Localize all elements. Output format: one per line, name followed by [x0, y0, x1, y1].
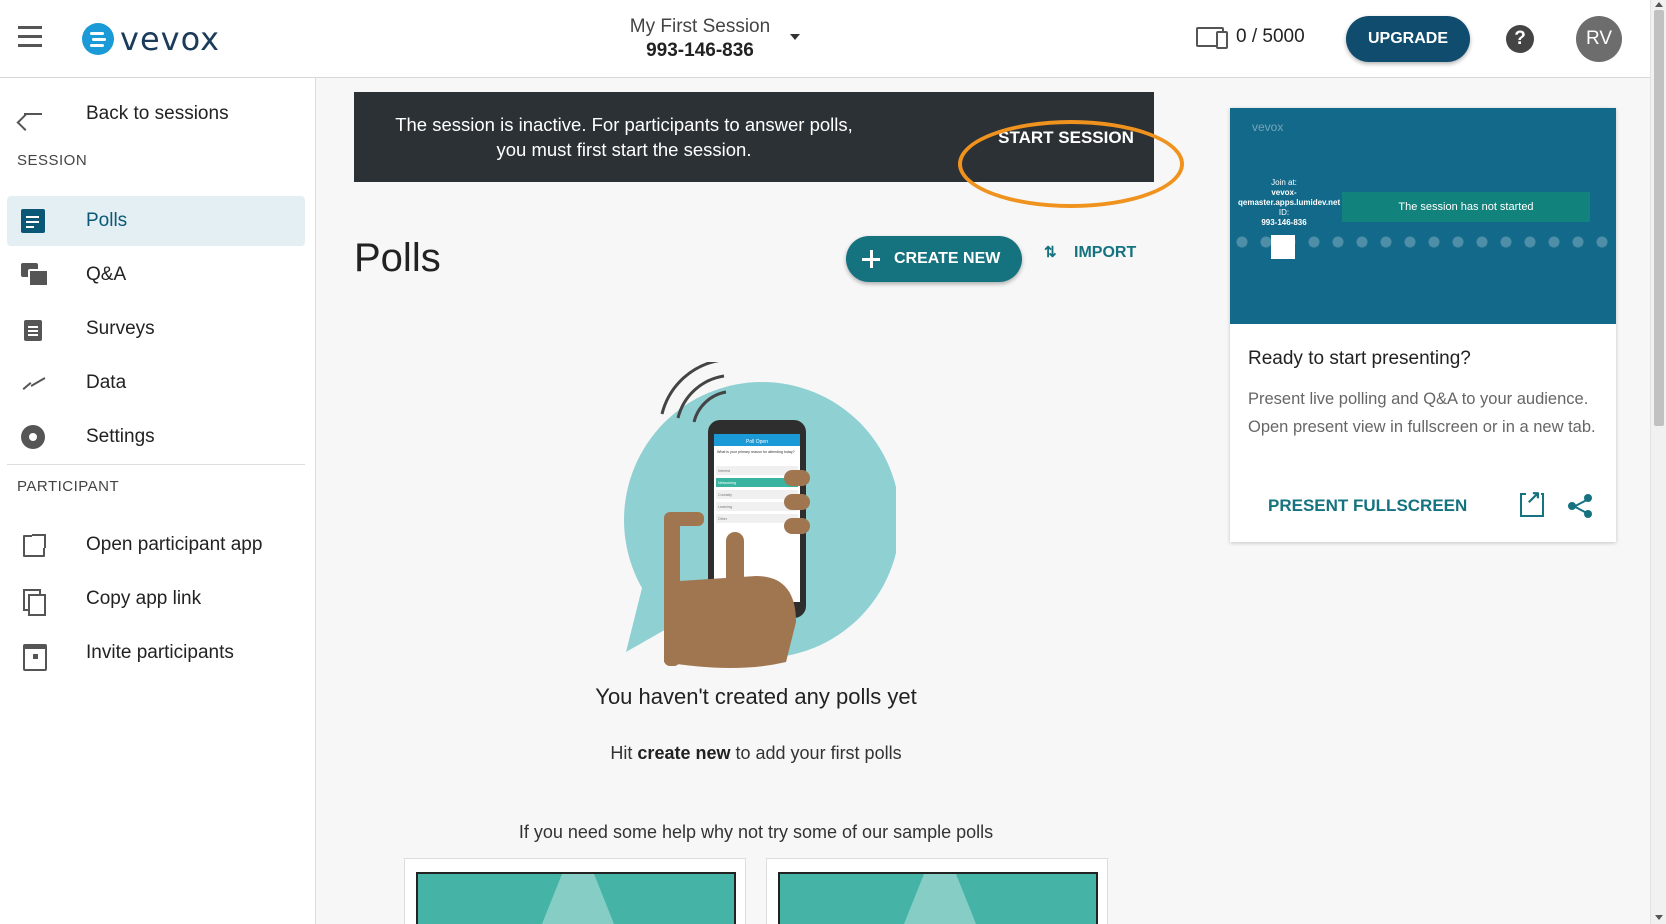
phone-option-text: Other — [718, 517, 728, 521]
preview-id-label: ID: — [1278, 208, 1290, 217]
participant-count: 0 / 5000 — [1236, 26, 1305, 47]
preview-join-info: Join at: vevox-qemaster.apps.lumidev.net… — [1238, 178, 1341, 228]
sidebar-item-label: Settings — [86, 426, 155, 447]
page-scrollbar[interactable] — [1650, 0, 1666, 924]
scroll-down-arrow-icon[interactable] — [1655, 915, 1663, 920]
back-to-sessions-label: Back to sessions — [86, 103, 229, 124]
sidebar-item-open-participant-app[interactable]: Open participant app — [7, 520, 305, 570]
start-session-button[interactable]: START SESSION — [976, 124, 1156, 152]
import-label: IMPORT — [1074, 244, 1137, 261]
session-selector[interactable]: My First Session 993-146-836 — [600, 16, 800, 62]
logo-text: vevox — [120, 20, 221, 58]
calendar-icon — [21, 641, 47, 671]
sample-poll-card[interactable] — [404, 858, 746, 924]
sidebar: Back to sessions SESSION Polls Q&A Surve… — [0, 78, 316, 924]
inactive-session-banner: The session is inactive. For participant… — [354, 92, 1154, 182]
open-in-new-tab-icon[interactable] — [1520, 487, 1544, 517]
surveys-icon — [21, 317, 45, 341]
qa-icon — [21, 263, 49, 287]
finger — [784, 494, 810, 510]
data-icon — [21, 371, 45, 395]
preview-join-url: vevox-qemaster.apps.lumidev.net — [1238, 188, 1341, 207]
hint-prefix: Hit — [610, 743, 633, 763]
scroll-up-arrow-icon[interactable] — [1655, 2, 1663, 7]
settings-icon — [21, 425, 45, 449]
sample-poll-thumbnail — [416, 872, 736, 924]
sidebar-item-settings[interactable]: Settings — [7, 412, 305, 462]
preview-status: The session has not started — [1342, 192, 1590, 222]
copy-icon — [21, 587, 46, 616]
present-preview[interactable]: vevox Join at: vevox-qemaster.apps.lumid… — [1230, 108, 1616, 324]
page-title: Polls — [354, 236, 441, 280]
sidebar-item-label: Copy app link — [86, 588, 202, 609]
preview-id: 993-146-836 — [1261, 218, 1307, 227]
upgrade-button[interactable]: UPGRADE — [1346, 16, 1470, 62]
qr-code-icon — [1271, 235, 1295, 259]
sidebar-divider — [7, 464, 305, 465]
sidebar-item-label: Surveys — [86, 318, 155, 339]
session-section-label: SESSION — [17, 152, 88, 169]
sidebar-item-qa[interactable]: Q&A — [7, 250, 305, 300]
user-avatar[interactable]: RV — [1576, 16, 1622, 62]
sidebar-item-label: Q&A — [86, 264, 127, 285]
arrow-back-icon — [22, 106, 42, 122]
help-icon[interactable]: ? — [1506, 25, 1534, 53]
plus-icon — [862, 250, 880, 268]
sidebar-item-invite-participants[interactable]: Invite participants — [7, 628, 305, 678]
caret-down-icon[interactable] — [790, 34, 800, 40]
sidebar-item-label: Invite participants — [86, 642, 234, 663]
present-fullscreen-button[interactable]: PRESENT FULLSCREEN — [1268, 496, 1467, 516]
phone-option-text: Learning — [718, 505, 732, 509]
participant-section-label: PARTICIPANT — [17, 478, 120, 495]
sidebar-item-surveys[interactable]: Surveys — [7, 304, 305, 354]
present-description: Present live polling and Q&A to your aud… — [1248, 390, 1596, 436]
banner-message: The session is inactive. For participant… — [395, 114, 853, 160]
phone-question-text: What is your primary reason for attendin… — [717, 450, 795, 454]
session-name: My First Session — [629, 16, 771, 37]
hamburger-menu-icon[interactable] — [18, 26, 46, 50]
present-title: Ready to start presenting? — [1248, 348, 1471, 369]
sidebar-item-polls[interactable]: Polls — [7, 196, 305, 246]
sidebar-item-data[interactable]: Data — [7, 358, 305, 408]
thumb — [664, 512, 704, 526]
finger — [784, 470, 810, 486]
sidebar-item-label: Open participant app — [86, 534, 263, 555]
create-new-label: CREATE NEW — [894, 250, 1001, 267]
import-button[interactable]: ⇅ IMPORT — [1044, 244, 1136, 262]
back-to-sessions-link[interactable]: Back to sessions — [0, 94, 316, 134]
phone-option-text: Networking — [718, 481, 736, 485]
participant-counter: 0 / 5000 — [1196, 26, 1305, 49]
sidebar-item-copy-app-link[interactable]: Copy app link — [7, 574, 305, 624]
top-bar: vevox My First Session 993-146-836 0 / 5… — [0, 0, 1650, 78]
vevox-logo[interactable]: vevox — [82, 20, 220, 58]
present-card: vevox Join at: vevox-qemaster.apps.lumid… — [1230, 108, 1616, 542]
phone-option-text: Curiosity — [718, 493, 732, 497]
phone-header-text: Poll Open — [746, 439, 768, 445]
share-icon[interactable] — [1568, 494, 1592, 518]
preview-join-label: Join at: — [1271, 178, 1297, 187]
session-id: 993-146-836 — [646, 40, 754, 61]
sidebar-item-label: Data — [86, 372, 127, 393]
hint-suffix: to add your first polls — [735, 743, 902, 763]
sample-poll-thumbnail — [778, 872, 1098, 924]
sample-polls-title: If you need some help why not try some o… — [518, 822, 994, 842]
create-new-button[interactable]: CREATE NEW — [846, 236, 1022, 282]
phone-option-text: Interest — [718, 469, 730, 473]
hint-bold: create new — [637, 743, 731, 763]
empty-state-title: You haven't created any polls yet — [595, 684, 917, 709]
sidebar-item-label: Polls — [86, 210, 128, 231]
swap-vertical-icon: ⇅ — [1044, 244, 1057, 261]
preview-logo: vevox — [1252, 120, 1284, 134]
hand-palm — [664, 576, 796, 668]
finger — [784, 518, 810, 534]
empty-polls-illustration: Poll Open What is your primary reason fo… — [624, 362, 896, 668]
open-external-icon — [21, 533, 46, 557]
polls-icon — [21, 209, 45, 233]
vevox-logo-mark-icon — [82, 23, 114, 55]
sample-poll-card[interactable] — [766, 858, 1108, 924]
devices-icon — [1196, 27, 1228, 49]
empty-state-hint: Hit create new to add your first polls — [500, 743, 1012, 764]
scroll-thumb[interactable] — [1654, 10, 1664, 426]
